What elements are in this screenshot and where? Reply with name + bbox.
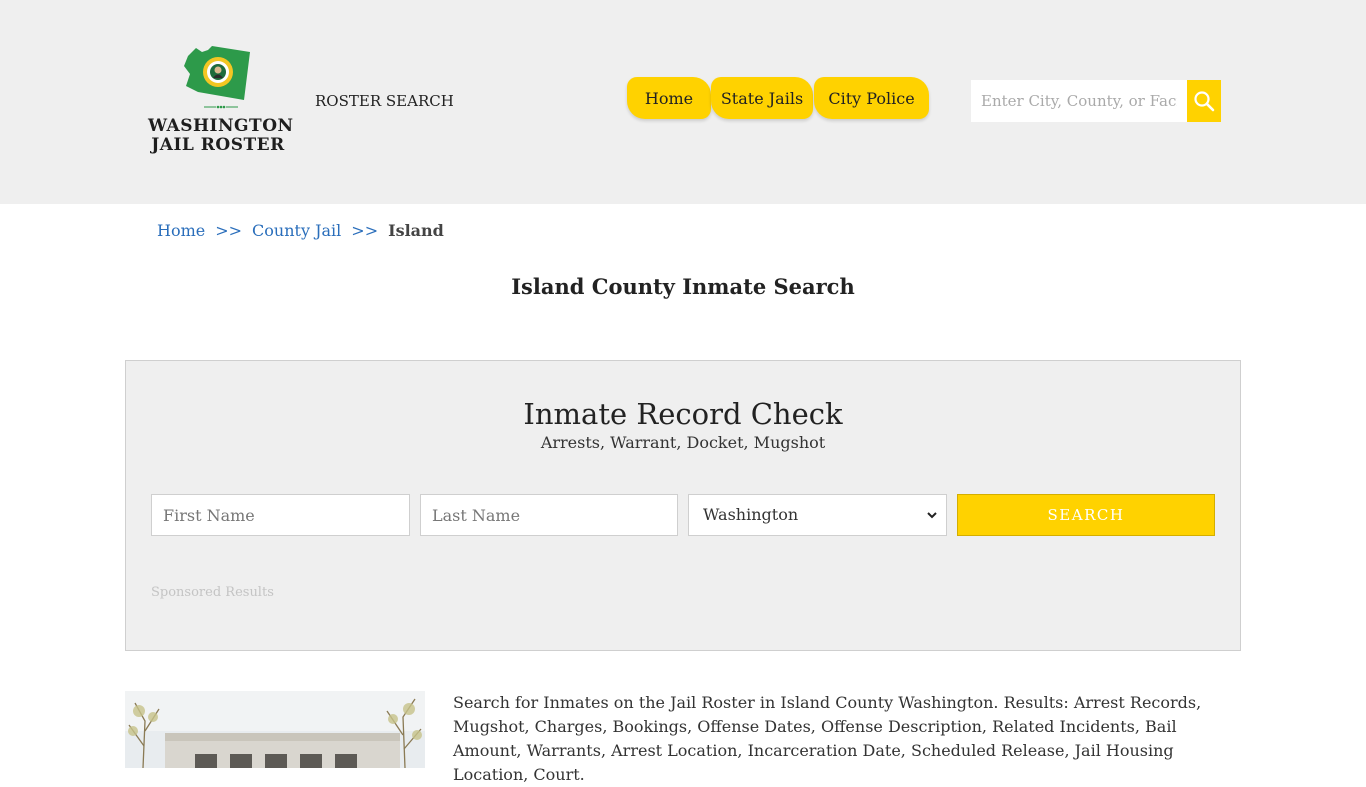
facility-search-button[interactable]: [1187, 80, 1221, 122]
last-name-input[interactable]: [420, 494, 678, 536]
logo-divider: [204, 105, 238, 109]
site-logo[interactable]: WASHINGTON JAIL ROSTER: [148, 44, 294, 160]
page-title: Island County Inmate Search: [511, 274, 855, 299]
record-check-subtitle: Arrests, Warrant, Docket, Mugshot: [540, 433, 826, 452]
washington-state-map-icon: [184, 46, 250, 100]
facility-search-input[interactable]: [971, 80, 1187, 122]
nav-state-jails[interactable]: State Jails: [711, 77, 813, 119]
breadcrumb-home[interactable]: Home: [157, 221, 205, 240]
jail-building-photo: [125, 691, 425, 768]
breadcrumb-separator: >>: [215, 221, 243, 240]
nav-home[interactable]: Home: [627, 77, 711, 119]
roster-search-link[interactable]: ROSTER SEARCH: [315, 92, 454, 110]
first-name-input[interactable]: [151, 494, 410, 536]
logo-text-line1: WASHINGTON: [148, 116, 294, 136]
search-submit-button[interactable]: SEARCH: [957, 494, 1215, 536]
chevron-down-icon: [927, 512, 937, 519]
inmate-record-check-panel: Inmate Record Check Arrests, Warrant, Do…: [125, 360, 1241, 651]
breadcrumb-separator: >>: [351, 221, 379, 240]
record-check-title: Inmate Record Check: [523, 397, 843, 431]
sponsored-results-label: Sponsored Results: [151, 585, 274, 600]
county-description: Search for Inmates on the Jail Roster in…: [453, 693, 1202, 784]
site-header: WASHINGTON JAIL ROSTER ROSTER SEARCH Hom…: [0, 0, 1366, 204]
search-icon: [1194, 91, 1215, 112]
breadcrumb-county-jail[interactable]: County Jail: [252, 221, 341, 240]
state-select[interactable]: Washington: [688, 494, 947, 536]
breadcrumb: Home >> County Jail >> Island: [157, 221, 444, 240]
nav-city-police[interactable]: City Police: [814, 77, 929, 119]
logo-text-line2: JAIL ROSTER: [151, 135, 285, 155]
breadcrumb-current: Island: [388, 221, 444, 240]
